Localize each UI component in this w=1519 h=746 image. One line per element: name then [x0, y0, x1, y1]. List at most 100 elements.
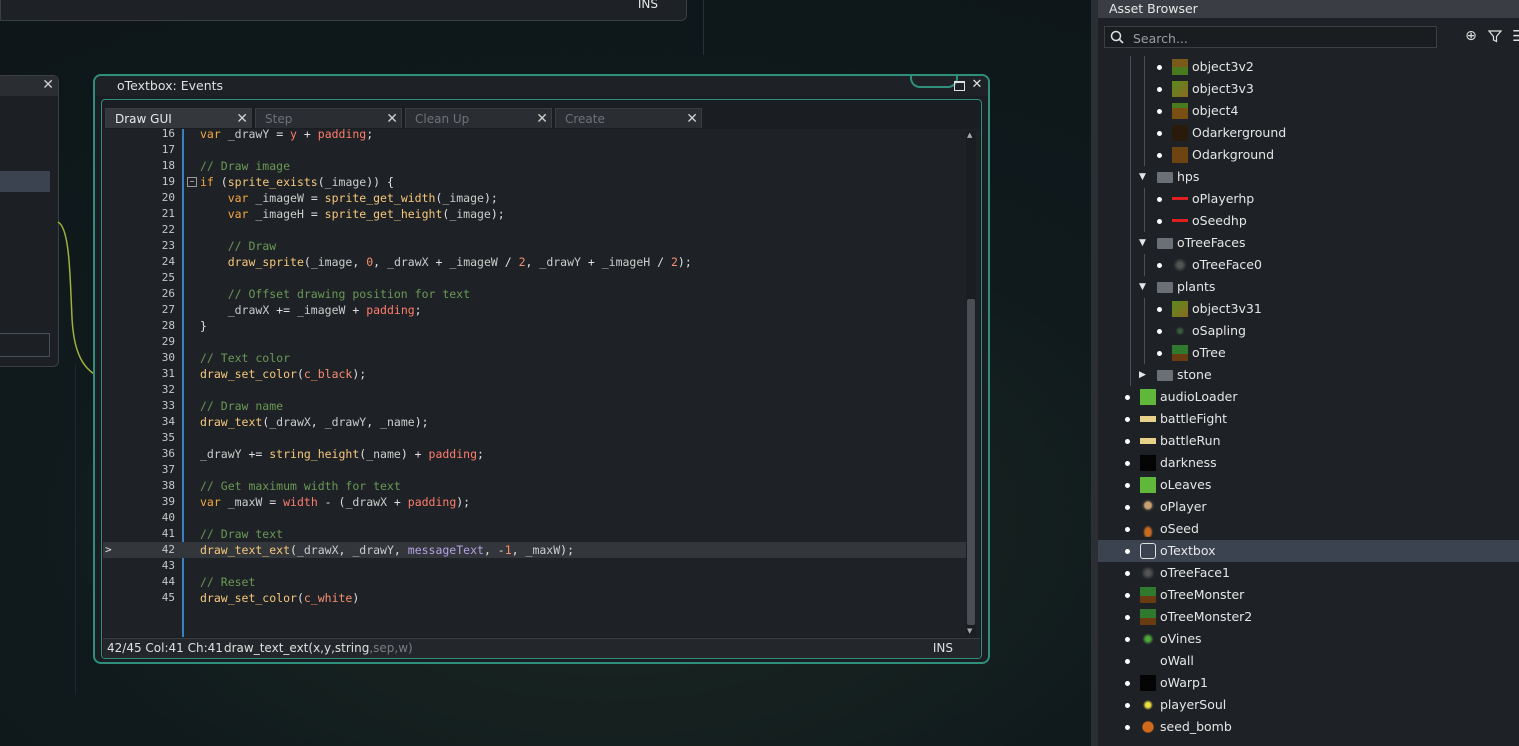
asset-item-oseedhp[interactable]: oSeedhp: [1098, 210, 1519, 232]
asset-item-ovines[interactable]: oVines: [1098, 628, 1519, 650]
code-text: // Offset drawing position for text: [227, 287, 471, 301]
search-input[interactable]: [1131, 28, 1435, 48]
asset-item-otextbox[interactable]: oTextbox: [1098, 540, 1519, 562]
asset-item-otreeface0[interactable]: oTreeFace0: [1098, 254, 1519, 276]
code-line[interactable]: 19 − if (sprite_exists(_image)) {: [103, 174, 968, 190]
maximize-icon[interactable]: [952, 78, 966, 92]
code-line[interactable]: 30 // Text color: [103, 350, 968, 366]
background-close-icon[interactable]: ✕: [42, 77, 54, 93]
tab-close-icon[interactable]: ✕: [686, 109, 698, 129]
add-asset-icon[interactable]: ⊕: [1464, 29, 1478, 43]
asset-item-seed-bomb[interactable]: seed_bomb: [1098, 716, 1519, 738]
close-icon[interactable]: ✕: [970, 78, 984, 92]
code-line[interactable]: 42 > draw_text_ext(_drawX, _drawY, message…: [103, 542, 968, 558]
asset-item-object3v31[interactable]: object3v31: [1098, 298, 1519, 320]
folder-icon: [1157, 172, 1173, 183]
tab-close-icon[interactable]: ✕: [386, 109, 398, 129]
asset-item-label: oPlayerhp: [1192, 191, 1255, 206]
code-line[interactable]: 26 // Offset drawing position for text: [103, 286, 968, 302]
asset-item-audioloader[interactable]: audioLoader: [1098, 386, 1519, 408]
tree-guide-line: [1130, 122, 1131, 144]
asset-item-odarkground[interactable]: Odarkground: [1098, 144, 1519, 166]
code-text: draw_text_ext(_drawX, _drawY, messageTex…: [200, 543, 574, 557]
tab-step[interactable]: Step ✕: [255, 108, 402, 128]
code-line[interactable]: 39 var _maxW = width - (_drawX + padding)…: [103, 494, 968, 510]
asset-item-playersoul[interactable]: playerSoul: [1098, 694, 1519, 716]
code-line[interactable]: 40: [103, 510, 968, 526]
tab-close-icon[interactable]: ✕: [536, 109, 548, 129]
asset-search-box[interactable]: [1104, 26, 1437, 48]
tab-create[interactable]: Create ✕: [555, 108, 702, 128]
code-line[interactable]: 18 // Draw image: [103, 158, 968, 174]
filter-icon[interactable]: [1488, 29, 1502, 43]
chevron-right-icon[interactable]: ▶: [1139, 364, 1146, 386]
chevron-down-icon[interactable]: ▼: [1139, 166, 1146, 188]
asset-item-battlerun[interactable]: battleRun: [1098, 430, 1519, 452]
menu-icon[interactable]: ☰: [1512, 29, 1519, 44]
asset-item-stone[interactable]: ▶ stone: [1098, 364, 1519, 386]
events-window-titlebar[interactable]: oTextbox: Events ✕: [95, 76, 988, 96]
code-line[interactable]: 32: [103, 382, 968, 398]
code-line[interactable]: 45 draw_set_color(c_white): [103, 590, 968, 606]
tab-draw-gui[interactable]: Draw GUI ✕: [105, 108, 252, 128]
asset-item-object3v2[interactable]: object3v2: [1098, 56, 1519, 78]
code-line[interactable]: 23 // Draw: [103, 238, 968, 254]
asset-item-odarkerground[interactable]: Odarkerground: [1098, 122, 1519, 144]
code-line[interactable]: 20 var _imageW = sprite_get_width(_image…: [103, 190, 968, 206]
code-line[interactable]: 21 var _imageH = sprite_get_height(_imag…: [103, 206, 968, 222]
asset-item-oplayer[interactable]: oPlayer: [1098, 496, 1519, 518]
code-line[interactable]: 22: [103, 222, 968, 238]
scroll-up-icon[interactable]: ▲: [967, 131, 972, 139]
tree-guide-line: [1144, 122, 1145, 144]
code-line[interactable]: 33 // Draw name: [103, 398, 968, 414]
asset-item-battlefight[interactable]: battleFight: [1098, 408, 1519, 430]
asset-item-otreemonster2[interactable]: oTreeMonster2: [1098, 606, 1519, 628]
folder-icon: [1157, 238, 1173, 249]
asset-item-owall[interactable]: oWall: [1098, 650, 1519, 672]
scroll-down-icon[interactable]: ▼: [967, 627, 972, 635]
code-line[interactable]: 38 // Get maximum width for text: [103, 478, 968, 494]
code-line[interactable]: 27 _drawX += _imageW + padding;: [103, 302, 968, 318]
chevron-down-icon[interactable]: ▼: [1139, 232, 1146, 254]
code-line[interactable]: 16 var _drawY = y + padding;: [103, 129, 968, 142]
code-line[interactable]: 36 _drawY += string_height(_name) + paddi…: [103, 446, 968, 462]
asset-item-object4[interactable]: object4: [1098, 100, 1519, 122]
vertical-scrollbar[interactable]: ▲ ▼: [966, 131, 976, 635]
tree-bullet-icon: [1125, 725, 1130, 730]
tab-close-icon[interactable]: ✕: [236, 109, 248, 129]
code-line[interactable]: 17: [103, 142, 968, 158]
asset-item-osapling[interactable]: oSapling: [1098, 320, 1519, 342]
code-line[interactable]: 25: [103, 270, 968, 286]
code-line[interactable]: 35: [103, 430, 968, 446]
sapling-sprite-icon: [1172, 323, 1188, 339]
code-line[interactable]: 43: [103, 558, 968, 574]
editor-status-bar: 42/45 Col:41 Ch:41 draw_text_ext(x,y,str…: [103, 638, 980, 658]
code-line[interactable]: 24 draw_sprite(_image, 0, _drawX + _imag…: [103, 254, 968, 270]
code-line[interactable]: 37: [103, 462, 968, 478]
fold-toggle-icon[interactable]: −: [187, 177, 197, 187]
asset-item-otreeface1[interactable]: oTreeFace1: [1098, 562, 1519, 584]
code-line[interactable]: 31 draw_set_color(c_black);: [103, 366, 968, 382]
code-line[interactable]: 41 // Draw text: [103, 526, 968, 542]
tree-guide-line: [1130, 342, 1131, 364]
object3v2-sprite-icon: [1172, 59, 1188, 75]
code-editor[interactable]: 16 var _drawY = y + padding; 17 18 // Draw i…: [103, 129, 980, 637]
asset-item-hps[interactable]: ▼ hps: [1098, 166, 1519, 188]
tab-clean-up[interactable]: Clean Up ✕: [405, 108, 552, 128]
asset-item-oleaves[interactable]: oLeaves: [1098, 474, 1519, 496]
scrollbar-thumb[interactable]: [967, 299, 975, 625]
asset-item-oplayerhp[interactable]: oPlayerhp: [1098, 188, 1519, 210]
code-line[interactable]: 44 // Reset: [103, 574, 968, 590]
code-line[interactable]: 34 draw_text(_drawX, _drawY, _name);: [103, 414, 968, 430]
asset-item-object3v3[interactable]: object3v3: [1098, 78, 1519, 100]
asset-item-otree[interactable]: oTree: [1098, 342, 1519, 364]
asset-item-oseed[interactable]: oSeed: [1098, 518, 1519, 540]
chevron-down-icon[interactable]: ▼: [1139, 276, 1146, 298]
asset-item-plants[interactable]: ▼ plants: [1098, 276, 1519, 298]
code-line[interactable]: 29: [103, 334, 968, 350]
asset-item-otreefaces[interactable]: ▼ oTreeFaces: [1098, 232, 1519, 254]
asset-item-darkness[interactable]: darkness: [1098, 452, 1519, 474]
code-line[interactable]: 28}: [103, 318, 968, 334]
asset-item-owarp1[interactable]: oWarp1: [1098, 672, 1519, 694]
asset-item-otreemonster[interactable]: oTreeMonster: [1098, 584, 1519, 606]
